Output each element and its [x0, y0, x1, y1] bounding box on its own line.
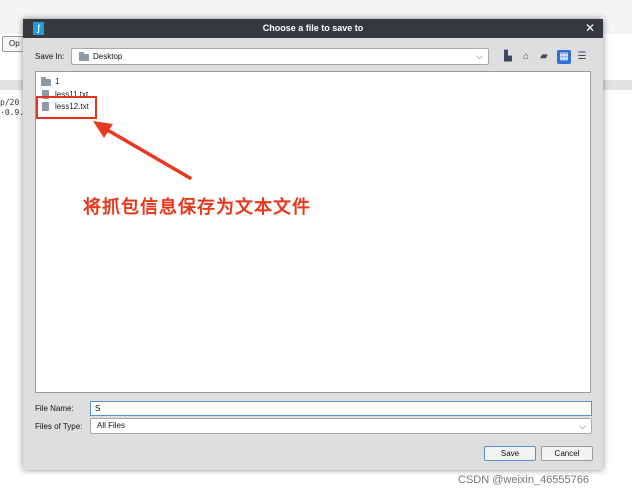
arrow-annotation [93, 121, 192, 180]
annotation-text: 将抓包信息保存为文本文件 [83, 197, 311, 217]
watermark: CSDN @weixin_46555766 [458, 474, 590, 486]
